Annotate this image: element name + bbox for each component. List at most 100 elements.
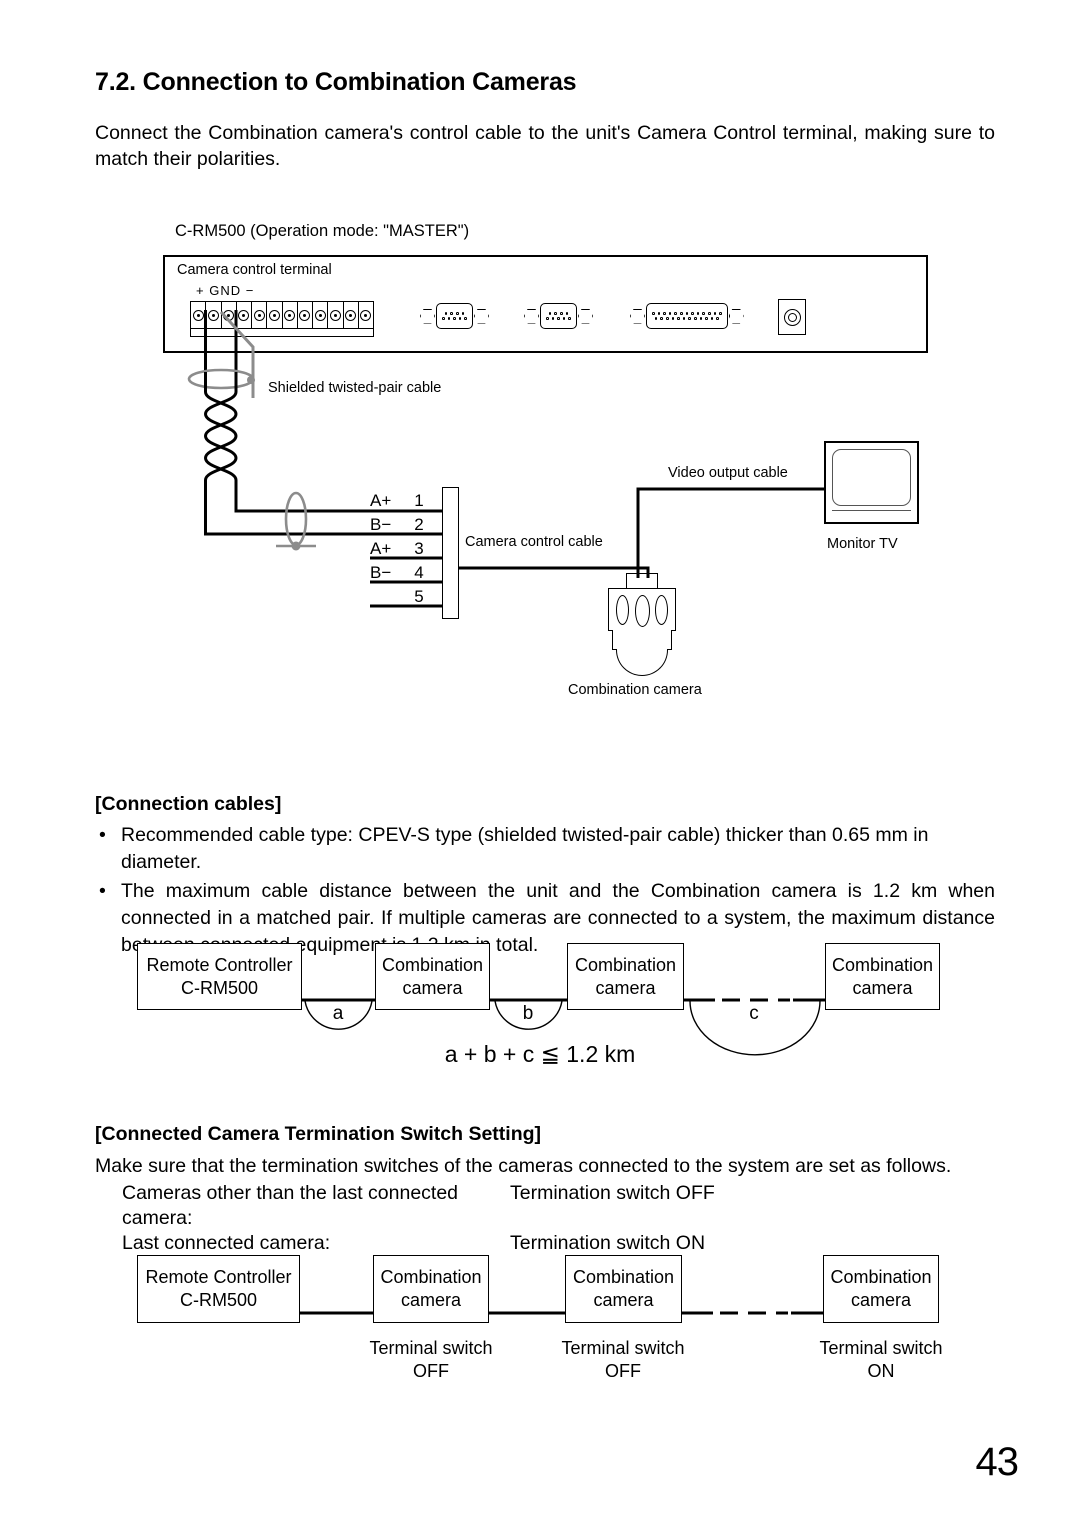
block-line-2: camera — [850, 1290, 912, 1310]
chain-block-camera-2: Combination camera — [567, 943, 684, 1010]
connector-lug-icon — [473, 308, 489, 324]
switch-label-2: Terminal switch OFF — [543, 1337, 703, 1383]
terminal-block-base — [190, 329, 374, 337]
screw-icon — [314, 309, 326, 321]
term-block-camera-3: Combination camera — [823, 1255, 939, 1323]
chain-block-remote-controller: Remote Controller C-RM500 — [137, 943, 302, 1010]
terminal-screw[interactable] — [222, 302, 237, 328]
connector-lug-icon — [728, 308, 744, 324]
termination-rule-row: Last connected camera: Termination switc… — [122, 1231, 715, 1256]
screw-icon — [268, 309, 280, 321]
segment-label-a: a — [332, 1003, 344, 1024]
shielded-cable-label: Shielded twisted-pair cable — [268, 380, 442, 396]
connector-shell — [540, 303, 577, 329]
block-line-1: Combination — [830, 1267, 932, 1287]
camera-lens-icon — [635, 595, 650, 627]
segment-label-b: b — [522, 1003, 534, 1024]
block-line-1: Combination — [380, 1267, 482, 1287]
switch-label-line-2: OFF — [413, 1361, 449, 1381]
pin-label: B− — [370, 515, 392, 534]
camera-dome — [616, 649, 668, 676]
camera-lens-icon — [655, 595, 668, 625]
terminal-screw[interactable] — [359, 302, 373, 328]
pin-number: 5 — [414, 587, 424, 606]
db25-connector[interactable] — [630, 303, 744, 329]
block-line-1: Remote Controller — [146, 954, 293, 975]
block-line-1: Combination — [572, 1267, 675, 1287]
connector-lug-icon — [630, 308, 645, 324]
monitor-screen — [832, 449, 911, 506]
terminal-screw[interactable] — [283, 302, 298, 328]
connector-lug-icon — [524, 308, 539, 324]
camera-control-terminal-label: Camera control terminal — [177, 262, 332, 278]
termination-rule-row: Cameras other than the last connected ca… — [122, 1181, 715, 1231]
intro-paragraph: Connect the Combination camera's control… — [95, 122, 995, 170]
block-line-2: camera — [402, 977, 463, 998]
terminal-screw[interactable] — [344, 302, 359, 328]
db9-connector-1[interactable] — [420, 303, 489, 329]
pin-number: 1 — [414, 491, 424, 510]
screw-icon — [192, 309, 204, 321]
pin-label: A+ — [370, 491, 392, 510]
connector-shell — [646, 303, 728, 329]
block-line-2: C-RM500 — [180, 977, 259, 998]
bnc-inner-ring-icon — [787, 312, 797, 322]
chain-block-camera-1: Combination camera — [375, 943, 490, 1010]
camera-control-cable-label: Camera control cable — [465, 534, 603, 550]
bullet-item: • Recommended cable type: CPEV-S type (s… — [95, 822, 995, 876]
screw-icon — [360, 309, 372, 321]
terminal-screw[interactable] — [313, 302, 329, 328]
bnc-connector[interactable] — [778, 299, 806, 335]
terminal-block[interactable] — [190, 301, 374, 329]
terminal-screw[interactable] — [267, 302, 283, 328]
terminal-screw[interactable] — [237, 302, 252, 328]
term-block-camera-1: Combination camera — [373, 1255, 489, 1323]
switch-label-line-2: OFF — [605, 1361, 641, 1381]
distance-formula: a + b + c ≦ 1.2 km — [444, 1041, 636, 1067]
pin-row: A+ 1 — [370, 489, 432, 513]
screw-icon — [253, 309, 265, 321]
block-line-1: Combination — [831, 954, 934, 975]
video-output-cable-label: Video output cable — [668, 465, 788, 481]
screw-icon — [223, 309, 235, 321]
rule-setting: Termination switch ON — [510, 1232, 706, 1254]
terminal-screw[interactable] — [191, 302, 207, 328]
camera-neck — [626, 573, 658, 589]
block-line-2: C-RM500 — [179, 1290, 258, 1310]
page-title: 7.2. Connection to Combination Cameras — [95, 68, 577, 96]
segment-label-c: c — [749, 1003, 759, 1024]
connector-lug-icon — [577, 308, 593, 324]
connection-cables-bullets: • Recommended cable type: CPEV-S type (s… — [95, 822, 995, 961]
terminal-screw[interactable] — [206, 302, 222, 328]
terminal-screw[interactable] — [328, 302, 344, 328]
term-block-camera-2: Combination camera — [565, 1255, 682, 1323]
pin-number: 4 — [414, 563, 424, 582]
screw-icon — [284, 309, 296, 321]
switch-label-line-1: Terminal switch — [369, 1338, 493, 1358]
block-line-2: camera — [852, 977, 913, 998]
switch-label-3: Terminal switch ON — [801, 1337, 961, 1383]
monitor-tv — [824, 441, 919, 524]
block-line-2: camera — [400, 1290, 462, 1310]
document-page: 7.2. Connection to Combination Cameras C… — [0, 0, 1080, 1528]
block-line-2: camera — [595, 977, 656, 998]
block-line-1: Combination — [381, 954, 484, 975]
pin-row: B− 2 — [370, 513, 432, 537]
termination-intro: Make sure that the termination switches … — [95, 1155, 952, 1177]
page-number: 43 — [975, 1440, 1019, 1484]
polarity-label: + GND − — [196, 283, 255, 298]
bullet-marker: • — [99, 880, 106, 902]
terminal-screw[interactable] — [252, 302, 268, 328]
block-line-1: Combination — [574, 954, 677, 975]
chain-block-camera-3: Combination camera — [825, 943, 940, 1010]
connection-cables-heading: [Connection cables] — [95, 793, 282, 815]
bullet-text: Recommended cable type: CPEV-S type (shi… — [121, 824, 929, 873]
switch-label-line-1: Terminal switch — [819, 1338, 943, 1358]
bnc-outer-ring-icon — [783, 308, 801, 326]
block-line-1: Remote Controller — [145, 1267, 292, 1287]
bullet-marker: • — [99, 824, 106, 846]
device-caption: C-RM500 (Operation mode: "MASTER") — [175, 222, 470, 240]
db9-connector-2[interactable] — [524, 303, 593, 329]
terminal-screw[interactable] — [298, 302, 313, 328]
connector-lug-icon — [420, 308, 435, 324]
